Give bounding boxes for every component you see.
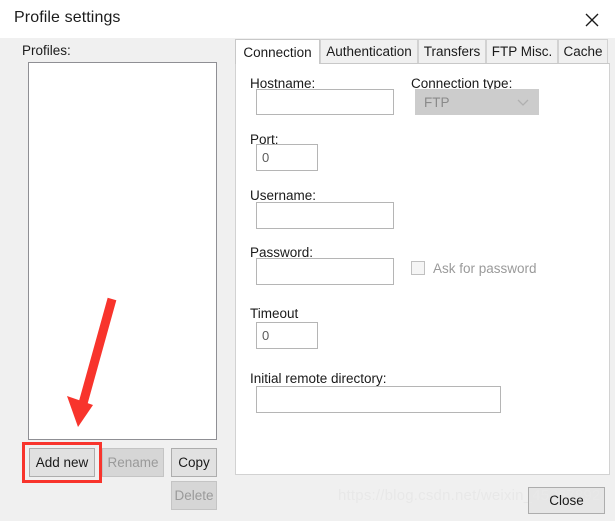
delete-button: Delete (171, 481, 217, 510)
port-input[interactable] (256, 144, 318, 171)
connection-type-value: FTP (424, 94, 450, 110)
tab-cache[interactable]: Cache (558, 39, 608, 63)
username-input[interactable] (256, 202, 394, 229)
close-button[interactable]: Close (528, 487, 605, 514)
ask-for-password-label: Ask for password (433, 260, 537, 276)
initial-remote-directory-label: Initial remote directory: (250, 371, 387, 386)
ask-for-password-checkbox: Ask for password (411, 258, 537, 278)
close-x-glyph (585, 13, 599, 27)
rename-button: Rename (102, 448, 164, 477)
timeout-input[interactable] (256, 322, 318, 349)
connection-type-select: FTP (415, 89, 539, 115)
password-input[interactable] (256, 258, 394, 285)
window-title: Profile settings (14, 9, 121, 26)
window-close-icon[interactable] (569, 0, 615, 38)
add-new-button[interactable]: Add new (29, 448, 95, 477)
username-label: Username: (250, 188, 317, 203)
tab-transfers[interactable]: Transfers (418, 39, 486, 63)
initial-remote-directory-input[interactable] (256, 386, 501, 413)
chevron-down-icon (517, 99, 529, 106)
checkbox-box-icon (411, 261, 425, 275)
copy-button[interactable]: Copy (171, 448, 217, 477)
tab-connection[interactable]: Connection (235, 39, 320, 64)
profiles-label: Profiles: (22, 43, 71, 58)
hostname-input[interactable] (256, 89, 394, 115)
tab-ftp-misc[interactable]: FTP Misc. (486, 39, 558, 63)
tab-strip: Connection Authentication Transfers FTP … (235, 39, 610, 64)
profile-settings-dialog: Profile settings Profiles: Add new Renam… (0, 0, 615, 521)
timeout-label: Timeout (250, 306, 299, 321)
title-bar: Profile settings (0, 0, 615, 38)
profiles-list[interactable] (28, 62, 217, 440)
tab-authentication[interactable]: Authentication (320, 39, 418, 63)
